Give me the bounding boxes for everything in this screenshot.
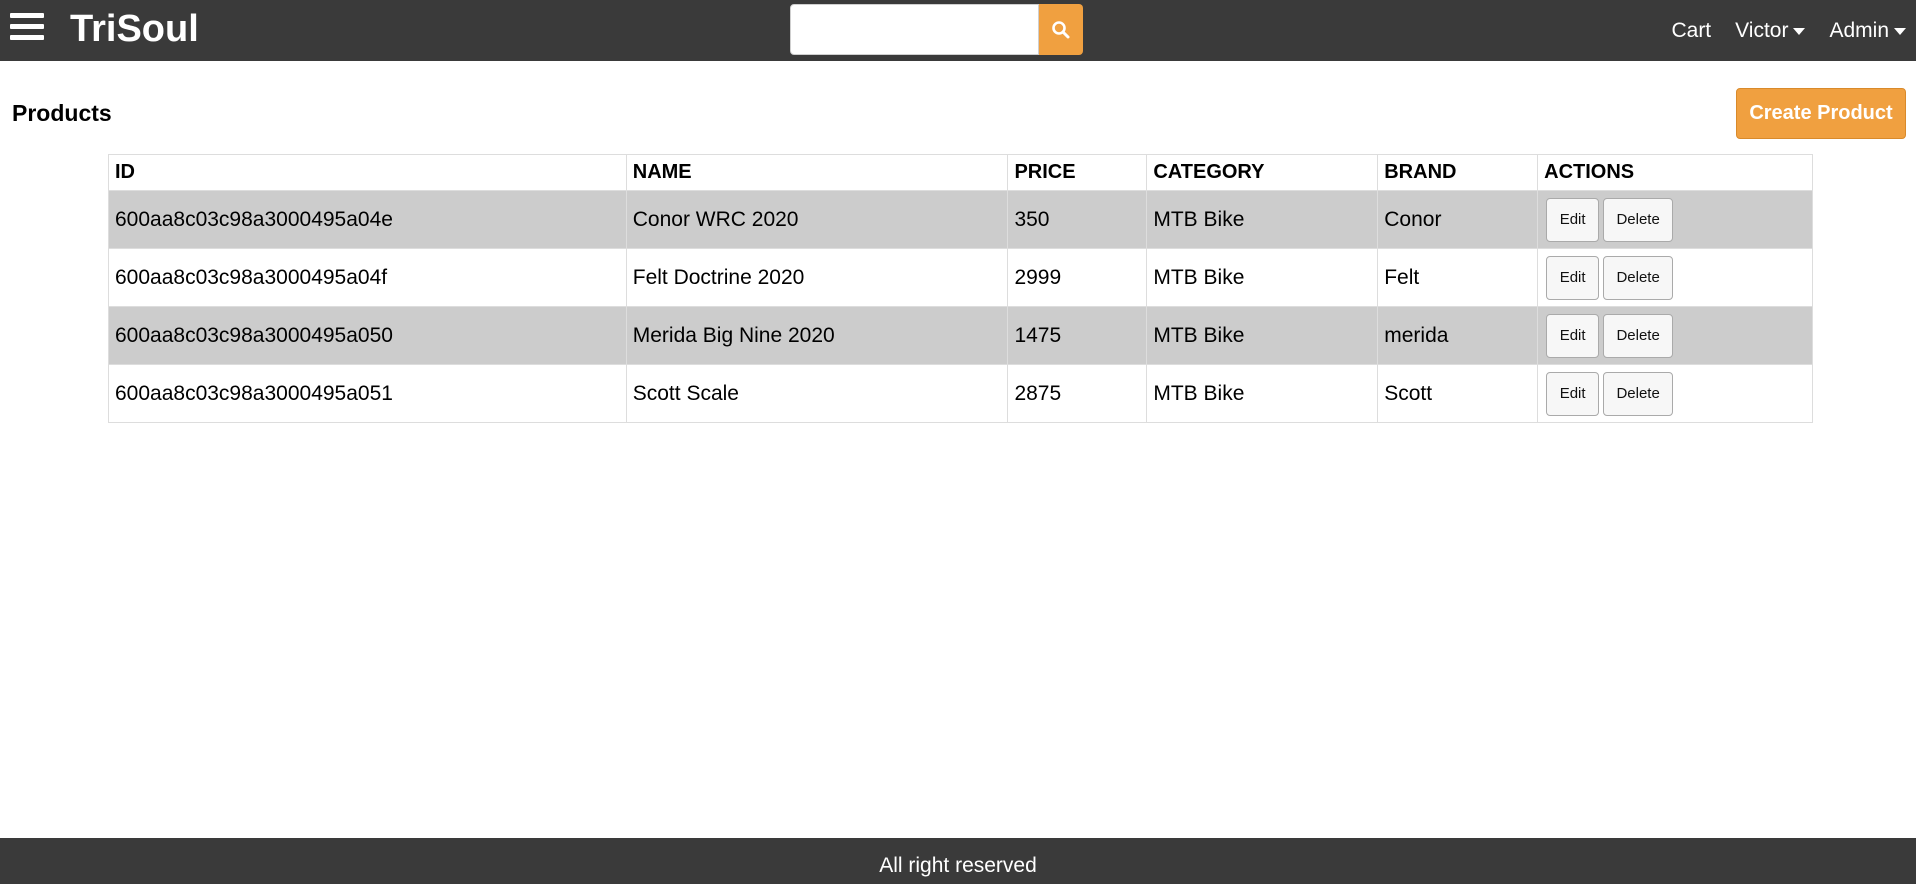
cell-category: MTB Bike (1146, 190, 1379, 249)
cell-name: Felt Doctrine 2020 (625, 248, 1009, 307)
admin-label: Admin (1829, 18, 1889, 42)
cell-id: 600aa8c03c98a3000495a04e (108, 190, 627, 249)
cell-name: Scott Scale (625, 364, 1009, 423)
column-header-category: CATEGORY (1146, 154, 1379, 191)
admin-dropdown[interactable]: Admin (1829, 19, 1906, 43)
cell-brand: Conor (1377, 190, 1539, 249)
footer-text: All right reserved (879, 854, 1037, 877)
column-header-name: NAME (625, 154, 1009, 191)
search-input[interactable] (790, 4, 1039, 55)
cell-id: 600aa8c03c98a3000495a04f (108, 248, 627, 307)
cell-category: MTB Bike (1146, 306, 1379, 365)
cell-category: MTB Bike (1146, 248, 1379, 307)
page-title: Products (12, 100, 112, 126)
cell-brand: Felt (1377, 248, 1539, 307)
top-navbar: TriSoul Cart Victor Admin (0, 0, 1916, 61)
table-row: 600aa8c03c98a3000495a04f Felt Doctrine 2… (108, 248, 1813, 307)
brand-logo-link[interactable]: TriSoul (70, 6, 199, 52)
create-product-button[interactable]: Create Product (1736, 88, 1906, 139)
table-row: 600aa8c03c98a3000495a04e Conor WRC 2020 … (108, 190, 1813, 249)
cell-brand: Scott (1377, 364, 1539, 423)
cell-price: 2875 (1007, 364, 1148, 423)
cart-label: Cart (1671, 18, 1712, 42)
edit-button[interactable]: Edit (1546, 313, 1600, 358)
table-row: 600aa8c03c98a3000495a050 Merida Big Nine… (108, 306, 1813, 365)
cell-price: 1475 (1007, 306, 1148, 365)
delete-button[interactable]: Delete (1603, 371, 1674, 416)
delete-button[interactable]: Delete (1603, 313, 1674, 358)
cell-brand: merida (1377, 306, 1539, 365)
column-header-actions: ACTIONS (1537, 154, 1813, 191)
column-header-id: ID (108, 154, 627, 191)
user-dropdown[interactable]: Victor (1735, 18, 1806, 43)
footer: All right reserved (0, 838, 1916, 884)
caret-down-icon (1793, 28, 1806, 35)
cart-link[interactable]: Cart (1671, 19, 1711, 43)
column-header-brand: BRAND (1377, 154, 1539, 191)
column-header-price: PRICE (1007, 154, 1148, 191)
hamburger-menu-icon[interactable] (10, 13, 44, 43)
cell-actions: Edit Delete (1537, 248, 1813, 307)
cell-actions: Edit Delete (1537, 364, 1813, 423)
cell-actions: Edit Delete (1537, 306, 1813, 365)
edit-button[interactable]: Edit (1546, 197, 1600, 242)
edit-button[interactable]: Edit (1546, 371, 1600, 416)
cell-name: Conor WRC 2020 (625, 190, 1009, 249)
cell-actions: Edit Delete (1537, 190, 1813, 249)
search-form (790, 4, 1083, 55)
cell-category: MTB Bike (1146, 364, 1379, 423)
table-header-row: ID NAME PRICE CATEGORY BRAND ACTIONS (108, 154, 1813, 191)
edit-button[interactable]: Edit (1546, 255, 1600, 300)
search-button[interactable] (1039, 4, 1083, 55)
delete-button[interactable]: Delete (1603, 255, 1674, 300)
cell-price: 350 (1007, 190, 1148, 249)
cell-id: 600aa8c03c98a3000495a050 (108, 306, 627, 365)
search-icon (1052, 20, 1070, 38)
products-table: ID NAME PRICE CATEGORY BRAND ACTIONS 600… (108, 154, 1813, 423)
delete-button[interactable]: Delete (1603, 197, 1674, 242)
table-row: 600aa8c03c98a3000495a051 Scott Scale 287… (108, 364, 1813, 423)
user-label: Victor (1735, 18, 1789, 42)
nav-links: Cart Victor Admin (1671, 0, 1906, 61)
cell-price: 2999 (1007, 248, 1148, 307)
cell-id: 600aa8c03c98a3000495a051 (108, 364, 627, 423)
caret-down-icon (1894, 28, 1906, 35)
cell-name: Merida Big Nine 2020 (625, 306, 1009, 365)
